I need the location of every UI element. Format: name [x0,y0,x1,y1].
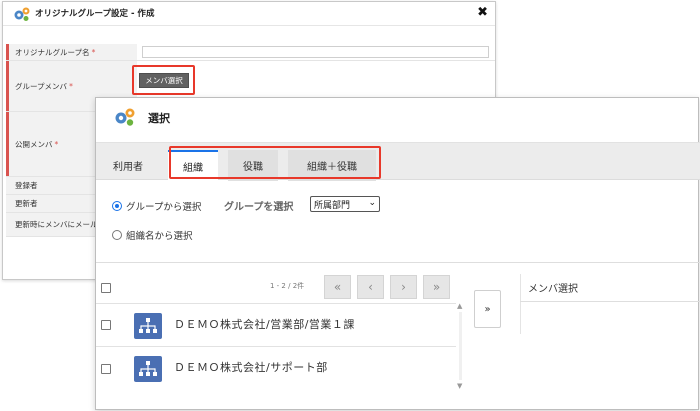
highlight-box [169,146,381,179]
selected-members-title: メンバ選択 [528,284,578,295]
group-select-label: グループを選択 [224,202,294,213]
scroll-down-icon[interactable]: ▼ [457,382,462,390]
select-dialog: 選択 利用者 組織 役職 組織＋役職 グループから選択 グループを選択 所属部門… [95,97,700,410]
radio-button-checked[interactable] [112,201,122,211]
org-tree-icon [134,356,162,382]
tab-users[interactable]: 利用者 [102,150,154,181]
select-all-checkbox[interactable] [101,283,111,293]
radio-button[interactable] [112,230,122,240]
prev-page-button[interactable]: ‹ [357,275,384,299]
scroll-up-icon[interactable]: ▲ [457,302,462,310]
item-checkbox[interactable] [101,320,111,330]
item-name: ＤＥＭＯ株式会社/営業部/営業１課 [174,318,355,331]
dialog-titlebar: オリジナルグループ設定 - 作成 ✖ [3,2,495,26]
chevron-down-icon: ⌄ [368,198,376,208]
close-icon[interactable]: ✖ [477,5,488,21]
form-row-group-name: オリジナルグループ名 * [6,44,495,61]
form-label: オリジナルグループ名 * [6,44,137,60]
first-page-button[interactable]: « [324,275,351,299]
select-dialog-title: 選択 [148,112,170,125]
last-page-button[interactable]: » [423,275,450,299]
group-select-dropdown[interactable]: 所属部門 ⌄ [310,196,380,212]
dialog-title: オリジナルグループ設定 - 作成 [35,9,155,19]
org-tree-icon [134,313,162,339]
group-name-input[interactable] [142,46,489,58]
add-to-selection-button[interactable]: » [474,290,501,328]
list-item[interactable]: ＤＥＭＯ株式会社/サポート部 [96,346,456,389]
list-header: 1 - 2 / 2件 « ‹ › » [96,274,466,301]
selected-members-panel: メンバ選択 [520,274,700,302]
divider [96,262,700,263]
highlight-box [132,65,195,95]
page-count: 1 - 2 / 2件 [270,282,305,290]
gears-icon [115,108,135,126]
list-item[interactable]: ＤＥＭＯ株式会社/営業部/営業１課 [96,303,456,346]
radio-select-by-org-name[interactable]: 組織名から選択 [112,228,193,242]
scroll-track[interactable] [459,312,462,380]
item-checkbox[interactable] [101,364,111,374]
list-scrollbar[interactable]: ▲ ▼ [456,302,465,390]
radio-select-from-group[interactable]: グループから選択 [112,199,201,213]
item-name: ＤＥＭＯ株式会社/サポート部 [174,361,328,374]
next-page-button[interactable]: › [390,275,417,299]
gears-icon [14,7,30,21]
